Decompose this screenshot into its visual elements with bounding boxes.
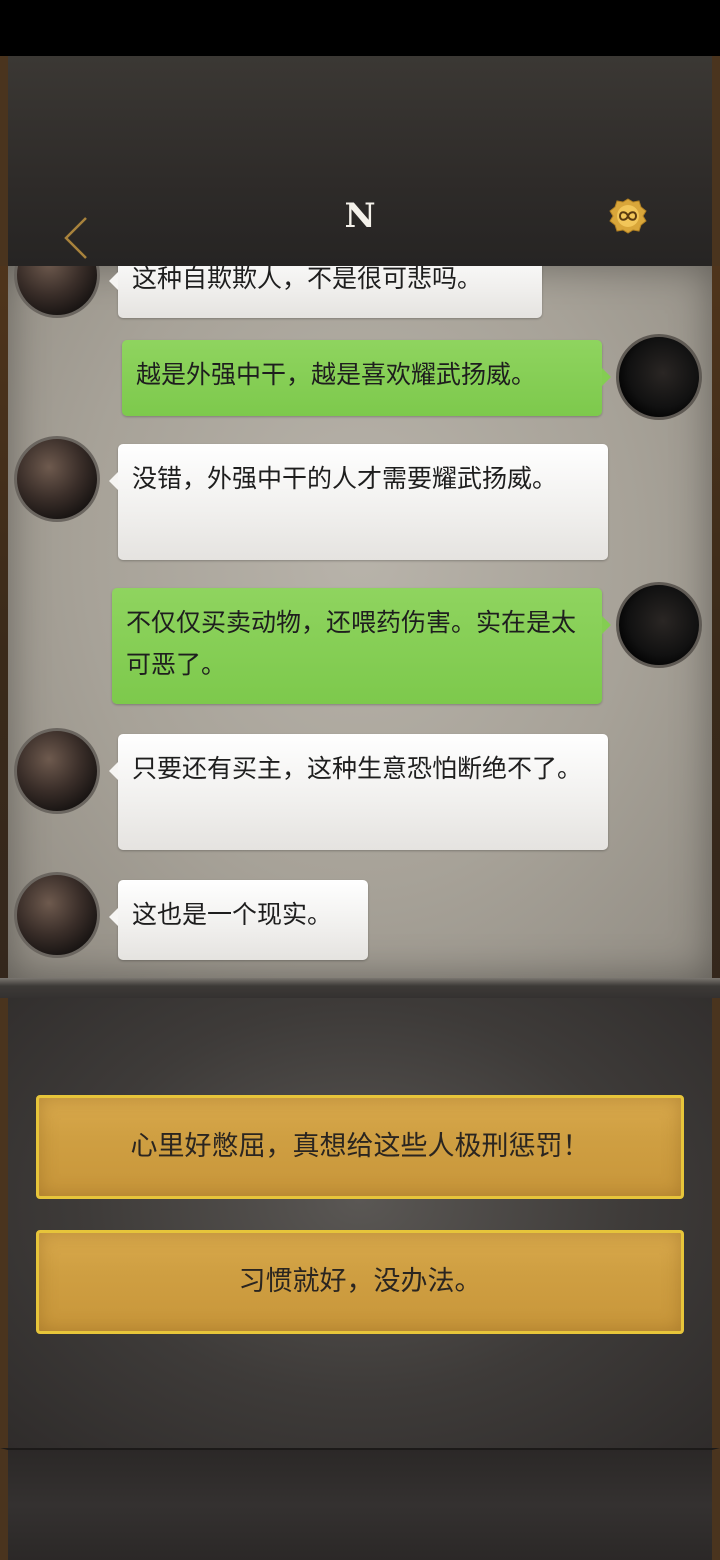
my-avatar[interactable]	[616, 334, 702, 420]
message-text: 没错，外强中干的人才需要耀武扬威。	[132, 464, 558, 493]
choice-panel	[0, 998, 720, 1448]
message-bubble-outgoing: 越是外强中干，越是喜欢耀武扬威。	[122, 340, 611, 416]
message-text: 这也是一个现实。	[132, 900, 333, 929]
message-bubble-incoming: 只要还有买主，这种生意恐怕断绝不了。	[109, 734, 608, 850]
message-bubble-incoming: 没错，外强中干的人才需要耀武扬威。	[109, 444, 608, 560]
choice-button-1[interactable]: 心里好憋屈，真想给这些人极刑惩罚！	[36, 1095, 684, 1199]
status-bar	[0, 0, 720, 56]
coin-button[interactable]	[609, 198, 647, 234]
choice-button-2[interactable]: 习惯就好，没办法。	[36, 1230, 684, 1334]
chat-area[interactable]: 这种自欺欺人，不是很可悲吗。 越是外强中干，越是喜欢耀武扬威。 没错，外强中干的…	[8, 266, 712, 978]
footer-bar	[0, 1448, 720, 1560]
contact-avatar[interactable]	[14, 266, 100, 318]
message-bubble-outgoing: 不仅仅买卖动物，还喂药伤害。实在是太可恶了。	[112, 588, 611, 704]
message-bubble-incoming: 这种自欺欺人，不是很可悲吗。	[109, 266, 542, 318]
message-bubble-incoming: 这也是一个现实。	[109, 880, 368, 960]
message-text: 只要还有买主，这种生意恐怕断绝不了。	[132, 754, 583, 783]
chat-divider	[0, 978, 720, 998]
message-text: 不仅仅买卖动物，还喂药伤害。实在是太可恶了。	[126, 608, 577, 679]
contact-avatar[interactable]	[14, 436, 100, 522]
contact-avatar[interactable]	[14, 728, 100, 814]
contact-avatar[interactable]	[14, 872, 100, 958]
message-text: 越是外强中干，越是喜欢耀武扬威。	[136, 360, 537, 389]
message-text: 这种自欺欺人，不是很可悲吗。	[132, 266, 483, 293]
my-avatar[interactable]	[616, 582, 702, 668]
infinity-coin-icon	[609, 198, 647, 234]
